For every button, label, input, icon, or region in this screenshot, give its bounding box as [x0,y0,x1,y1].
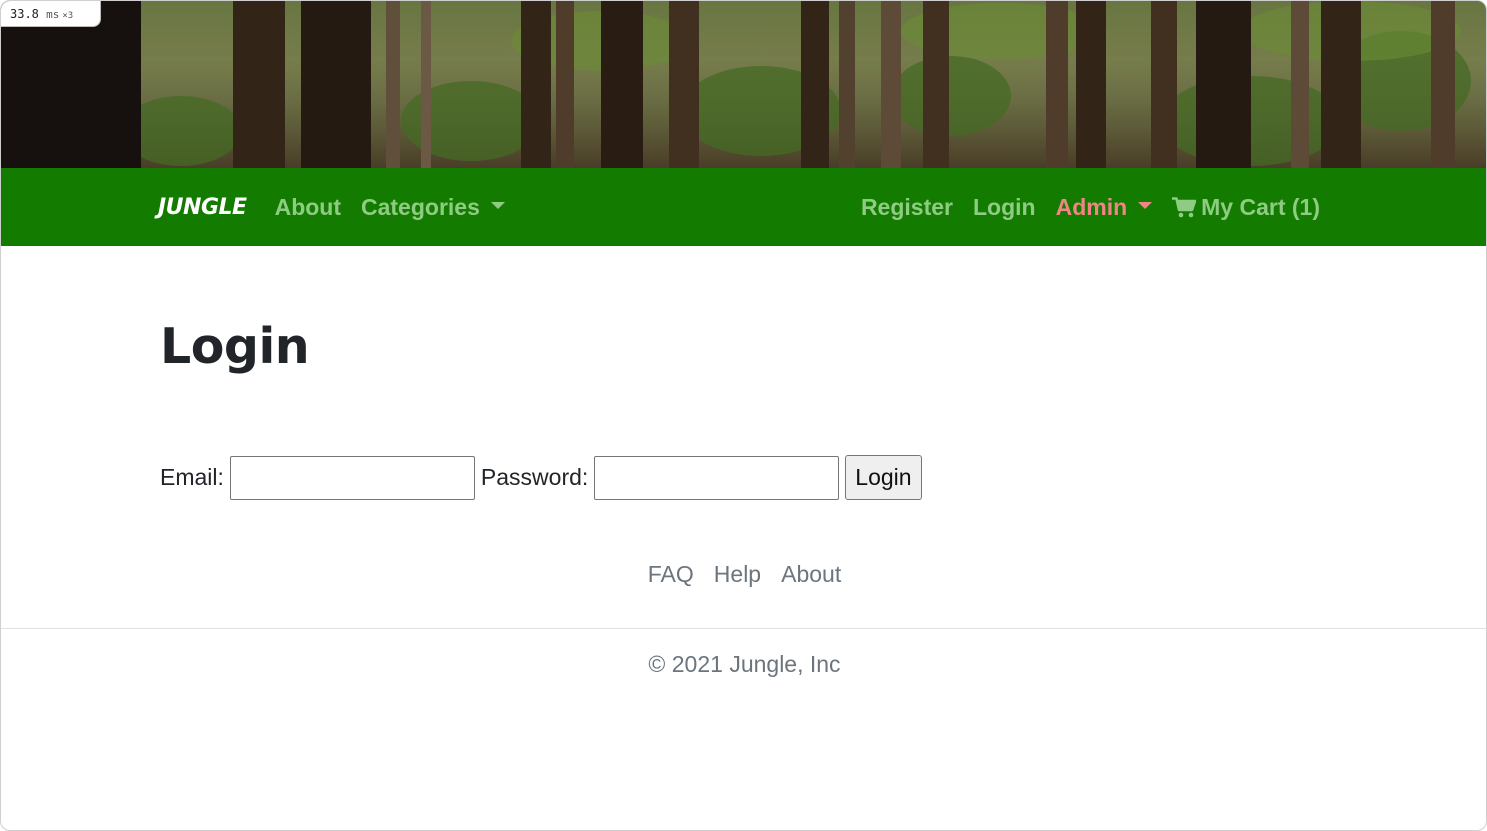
login-form: Email: Password: Login [160,455,922,500]
footer-links: FAQ Help About [1,561,1486,588]
brand-logo-link[interactable]: JUNGLE [158,195,247,220]
navbar: JUNGLE About Categories Register Login A… [1,168,1486,246]
nav-categories-label: Categories [361,193,480,220]
footer-link-about[interactable]: About [781,561,841,588]
nav-about-link[interactable]: About [275,194,341,221]
footer-link-help[interactable]: Help [714,561,761,588]
footer-link-faq[interactable]: FAQ [648,561,694,588]
login-submit-button[interactable]: Login [845,455,922,500]
navbar-left: JUNGLE About Categories [158,194,525,221]
forest-banner-image [1,1,1486,168]
navbar-right: Register Login Admin My Cart (1) [861,194,1320,221]
nav-cart-link[interactable]: My Cart (1) [1172,194,1320,221]
performance-badge: 33.8 ms ×3 [1,1,101,27]
chevron-down-icon [490,201,505,209]
forest-illustration [1,1,1486,168]
footer-copyright: © 2021 Jungle, Inc [648,651,841,677]
shopping-cart-icon [1172,196,1197,218]
browser-viewport: 33.8 ms ×3 JUNGLE About Categories Regist… [0,0,1487,831]
nav-login-link[interactable]: Login [973,194,1036,221]
footer-divider [1,628,1486,629]
password-input[interactable] [594,455,840,500]
email-label: Email: [160,464,224,490]
chevron-down-icon [1138,201,1153,209]
email-input[interactable] [229,455,475,500]
page-title: Login [160,318,310,375]
password-label: Password: [480,464,589,490]
perf-unit: ms [46,8,60,21]
nav-admin-dropdown[interactable]: Admin [1056,194,1153,221]
perf-multiplier: ×3 [62,11,74,21]
nav-register-link[interactable]: Register [861,194,953,221]
perf-value: 33.8 [10,7,39,21]
nav-admin-label: Admin [1055,193,1128,220]
nav-cart-label: My Cart (1) [1201,193,1320,220]
navbar-container: JUNGLE About Categories Register Login A… [158,168,1320,246]
nav-categories-dropdown[interactable]: Categories [361,194,505,221]
